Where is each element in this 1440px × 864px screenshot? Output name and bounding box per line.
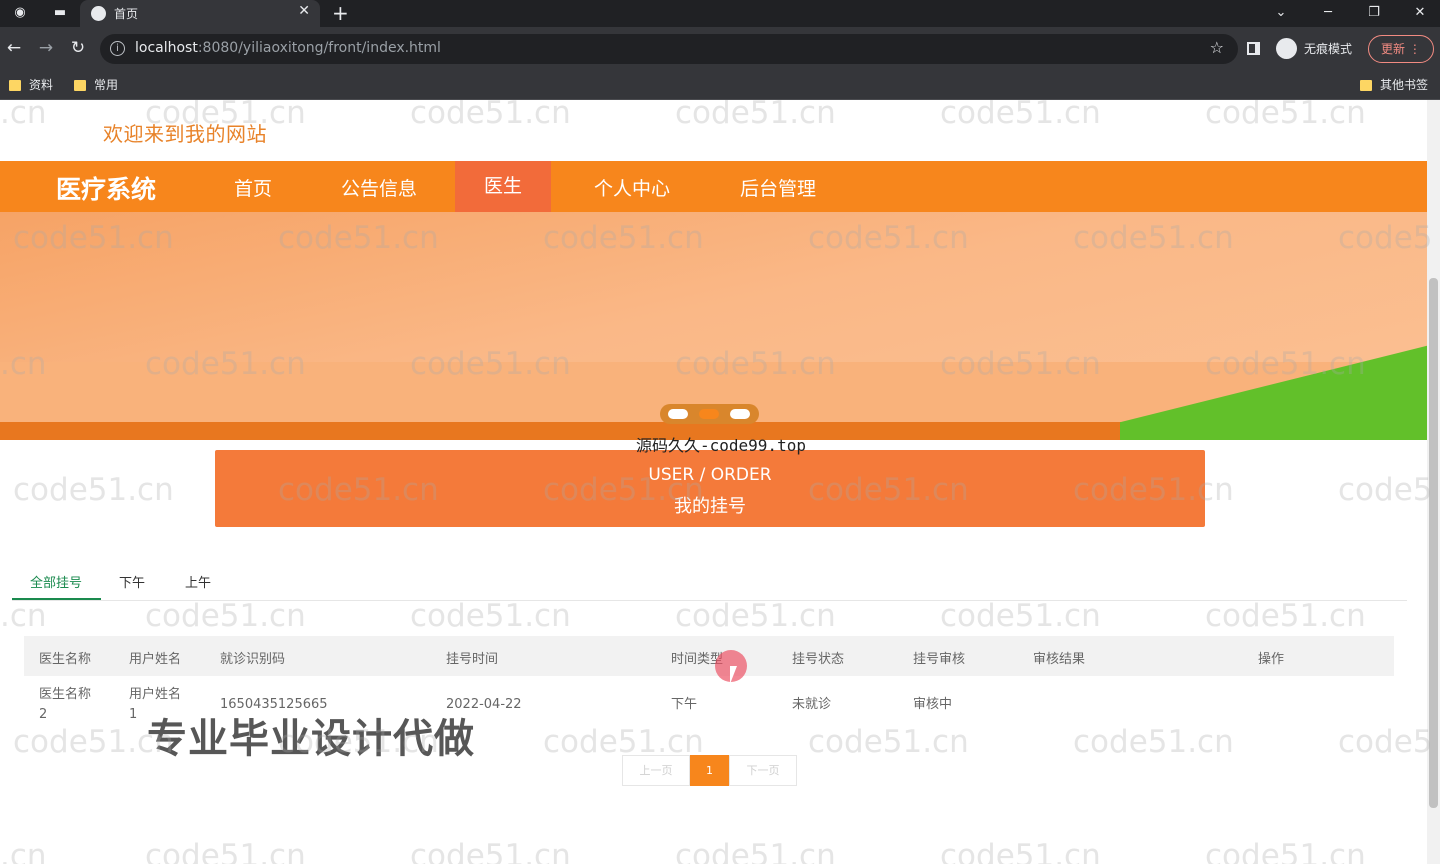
col-header: 用户姓名 [129, 652, 182, 667]
col-header: 操作 [1258, 652, 1285, 667]
nav-item-personal-center[interactable]: 个人中心 [594, 174, 670, 201]
forward-arrow-icon[interactable]: → [35, 37, 57, 59]
prev-page-button[interactable]: 上一页 [622, 755, 690, 786]
incognito-label: 无痕模式 [1304, 42, 1353, 56]
watermark: code51.cn [940, 598, 1101, 634]
section-title-banner: USER / ORDER 我的挂号 [215, 450, 1205, 527]
watermark: code51.cn [808, 724, 969, 760]
carousel-dot[interactable] [730, 409, 750, 419]
watermark: code51.cn [940, 838, 1101, 864]
tab-morning[interactable]: 上午 [185, 572, 211, 591]
window-close-button[interactable]: ✕ [1405, 2, 1435, 24]
cell-doctor-name-2: 2 [39, 707, 48, 722]
tab-afternoon[interactable]: 下午 [119, 572, 145, 591]
watermark: code5 [1338, 724, 1433, 760]
side-panel-icon[interactable] [1247, 42, 1260, 55]
reload-icon[interactable]: ↻ [67, 37, 89, 59]
source-overlay-text: 源码久久-code99.top [636, 436, 806, 455]
nav-item-admin[interactable]: 后台管理 [740, 174, 816, 201]
tab-all-registrations[interactable]: 全部挂号 [30, 572, 82, 591]
watermark: code51.cn [675, 100, 836, 131]
col-header: 就诊识别码 [220, 652, 286, 667]
new-tab-button[interactable]: + [332, 1, 349, 25]
back-arrow-icon[interactable]: ← [3, 37, 25, 59]
cell-user-name-2: 1 [129, 707, 138, 722]
col-header: 挂号时间 [446, 652, 499, 667]
col-header: 挂号状态 [792, 652, 845, 667]
watermark: code51.cn [1205, 838, 1366, 864]
bookmark-star-icon[interactable]: ☆ [1210, 38, 1224, 57]
folder-icon [74, 80, 86, 91]
address-bar[interactable]: i localhost:8080/yiliaoxitong/front/inde… [100, 34, 1238, 64]
tab-close-icon[interactable]: ✕ [298, 3, 310, 19]
browser-profile-icon[interactable]: ◉ [8, 3, 32, 23]
site-brand: 医疗系统 [56, 175, 157, 204]
table-header: 医生名称 用户姓名 就诊识别码 挂号时间 时间类型 挂号状态 挂号审核 审核结果… [24, 636, 1394, 676]
watermark: code51.cn [13, 472, 174, 508]
globe-icon [91, 6, 106, 21]
browser-tab[interactable]: 首页 ✕ [80, 0, 320, 27]
page-1-button[interactable]: 1 [690, 755, 729, 786]
banner-carousel[interactable] [0, 212, 1427, 440]
watermark: code51.cn [410, 100, 571, 131]
active-tab-underline [12, 598, 101, 600]
watermark: code51.cn [410, 838, 571, 864]
watermark: .cn [0, 598, 47, 634]
incognito-icon [1276, 38, 1297, 59]
tab-list-chevron-icon[interactable]: ⌄ [1266, 2, 1296, 24]
scrollbar-thumb[interactable] [1429, 278, 1438, 808]
browser-toolbar: ← → ↻ i localhost:8080/yiliaoxitong/fron… [0, 27, 1440, 71]
browser-tabstrip: ◉ ▬ 首页 ✕ + ⌄ ─ ❐ ✕ [0, 0, 1440, 27]
col-header: 挂号审核 [913, 652, 966, 667]
nav-item-announcements[interactable]: 公告信息 [341, 174, 417, 201]
tab-search-icon[interactable]: ▬ [48, 3, 72, 23]
watermark: code51.cn [410, 598, 571, 634]
watermark: code51.cn [675, 598, 836, 634]
watermark: code51.cn [1073, 724, 1234, 760]
watermark: code51.cn [145, 838, 306, 864]
nav-item-doctor[interactable]: 医生 [455, 161, 552, 212]
col-header: 审核结果 [1033, 652, 1086, 667]
page-viewport: 欢迎来到我的网站 医疗系统 首页 公告信息 医生 个人中心 后台管理 USER … [0, 100, 1440, 864]
watermark: code51.cn [940, 100, 1101, 131]
nav-item-home[interactable]: 首页 [234, 174, 272, 201]
bookmark-folder-changyong[interactable]: 常用 [74, 75, 118, 95]
section-title-en: USER / ORDER [648, 465, 772, 485]
page-scrollbar[interactable] [1427, 100, 1440, 864]
cell-doctor-name: 医生名称 [39, 687, 92, 702]
folder-icon [9, 80, 21, 91]
bookmark-folder-other[interactable]: 其他书签 [1360, 75, 1428, 95]
welcome-text: 欢迎来到我的网站 [103, 122, 267, 146]
site-info-icon[interactable]: i [110, 41, 125, 56]
watermark: code51.cn [675, 838, 836, 864]
site-navbar: 医疗系统 首页 公告信息 医生 个人中心 后台管理 [0, 161, 1427, 212]
update-button[interactable]: 更新 ⋮ [1368, 35, 1434, 63]
cell-time-type: 下午 [671, 697, 698, 712]
carousel-indicators [660, 404, 759, 424]
watermark: code51.cn [1205, 100, 1366, 131]
bookmarks-bar: 资料 常用 其他书签 [0, 71, 1440, 100]
watermark: .cn [0, 100, 47, 131]
carousel-dot[interactable] [668, 409, 688, 419]
watermark: code51.cn [145, 598, 306, 634]
cell-status: 未就诊 [792, 697, 832, 712]
filter-tabs: 全部挂号 下午 上午 [12, 562, 1407, 601]
section-title-zh: 我的挂号 [674, 496, 746, 517]
url-text: localhost:8080/yiliaoxitong/front/index.… [135, 40, 441, 56]
col-header: 医生名称 [39, 652, 92, 667]
bookmark-folder-ziliao[interactable]: 资料 [9, 75, 53, 95]
restore-button[interactable]: ❐ [1359, 2, 1389, 24]
folder-icon [1360, 80, 1372, 91]
ad-overlay-text: 专业毕业设计代做 [147, 716, 475, 762]
cell-user-name: 用户姓名 [129, 687, 182, 702]
cell-review: 审核中 [913, 697, 953, 712]
carousel-dot-active[interactable] [699, 409, 719, 419]
next-page-button[interactable]: 下一页 [729, 755, 797, 786]
mouse-pointer-icon [730, 666, 744, 684]
watermark: .cn [0, 838, 47, 864]
watermark: code5 [1338, 472, 1433, 508]
minimize-button[interactable]: ─ [1313, 2, 1343, 24]
tab-title: 首页 [114, 7, 139, 21]
watermark: code51.cn [1205, 598, 1366, 634]
